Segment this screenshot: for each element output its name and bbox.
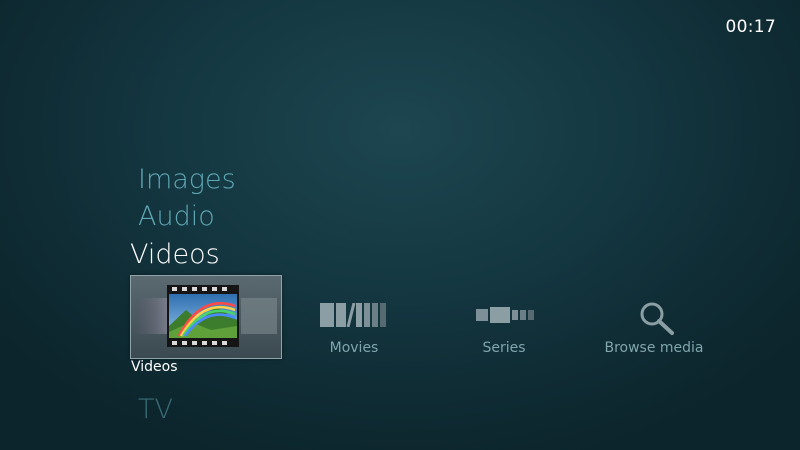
browse-media-tile[interactable]: Browse media (574, 290, 734, 365)
movies-tile[interactable]: Movies (274, 290, 434, 365)
browse-media-tile-label: Browse media (604, 340, 704, 356)
menu-item-tv[interactable]: TV (138, 394, 173, 425)
menu-item-videos[interactable]: Videos (130, 239, 220, 270)
movies-tile-label: Movies (329, 340, 379, 356)
series-icon (476, 307, 534, 323)
videos-tile[interactable] (130, 275, 282, 359)
menu-item-audio[interactable]: Audio (138, 201, 215, 232)
movies-icon (320, 303, 386, 327)
search-icon (640, 302, 674, 335)
series-tile-label: Series (482, 340, 526, 356)
film-strip-icon (135, 285, 277, 347)
series-tile[interactable]: Series (424, 290, 584, 365)
clock: 00:17 (725, 17, 776, 37)
videos-tile-label: Videos (131, 359, 178, 375)
menu-item-images[interactable]: Images (138, 164, 236, 195)
